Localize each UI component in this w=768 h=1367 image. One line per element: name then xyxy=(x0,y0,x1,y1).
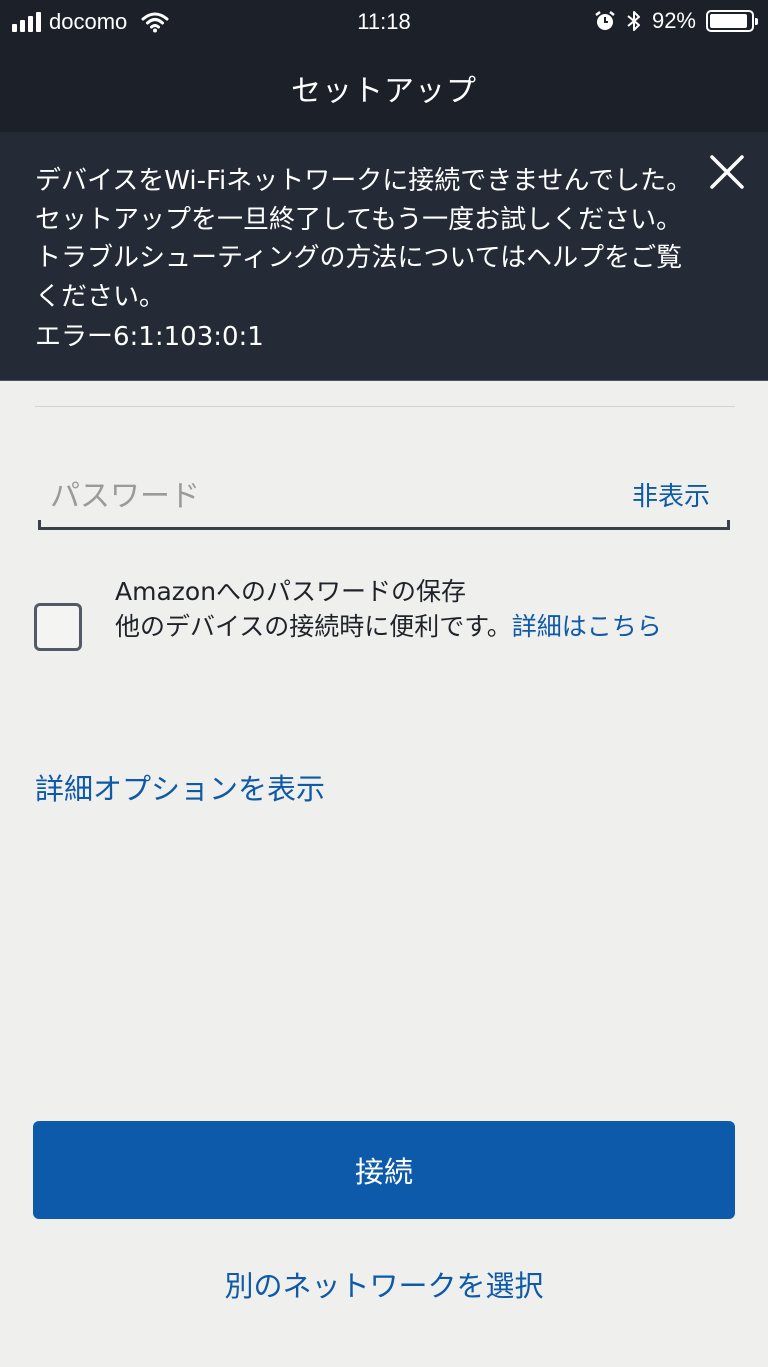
battery-fill xyxy=(710,14,747,28)
status-bar: docomo 11:18 92% xyxy=(0,0,768,44)
save-password-description: 他のデバイスの接続時に便利です。詳細はこちら xyxy=(115,609,725,645)
page-title: セットアップ xyxy=(291,74,477,109)
alarm-icon xyxy=(595,11,615,30)
learn-more-link[interactable]: 詳細はこちら xyxy=(512,612,662,641)
error-message: デバイスをWi-Fiネットワークに接続できませんでした。セットアップを一旦終了し… xyxy=(35,166,693,312)
save-password-description-text: 他のデバイスの接続時に便利です。 xyxy=(115,612,512,641)
advanced-options-link[interactable]: 詳細オプションを表示 xyxy=(35,766,325,808)
error-banner: デバイスをWi-Fiネットワークに接続できませんでした。セットアップを一旦終了し… xyxy=(0,132,768,381)
connect-button[interactable]: 接続 xyxy=(33,1121,735,1219)
error-code: エラー6:1:103:0:1 xyxy=(35,322,264,352)
bluetooth-icon xyxy=(627,11,640,31)
divider xyxy=(35,406,735,407)
status-right: 92% xyxy=(594,8,758,34)
select-other-network-link[interactable]: 別のネットワークを選択 xyxy=(0,1263,768,1305)
hide-password-toggle[interactable]: 非表示 xyxy=(632,476,710,513)
close-icon[interactable] xyxy=(705,150,749,194)
password-input[interactable] xyxy=(50,474,590,518)
save-password-title: Amazonへのパスワードの保存 xyxy=(115,577,467,606)
battery-percent: 92% xyxy=(651,8,696,33)
save-password-checkbox[interactable] xyxy=(34,603,82,651)
password-field: 非表示 xyxy=(38,466,730,530)
battery-icon xyxy=(706,10,758,32)
nav-bar: セットアップ xyxy=(0,44,768,132)
